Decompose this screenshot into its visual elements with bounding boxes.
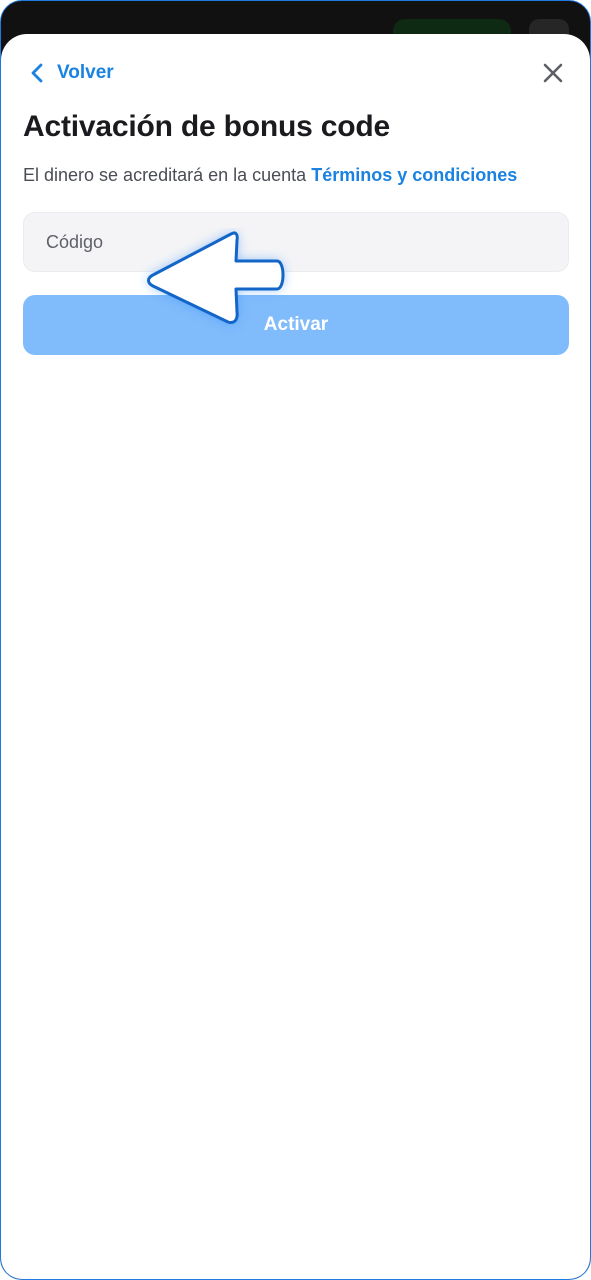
terms-link[interactable]: Términos y condiciones: [311, 165, 517, 185]
activate-button[interactable]: Activar: [23, 295, 569, 355]
back-label: Volver: [57, 62, 114, 83]
page-title: Activación de bonus code: [23, 110, 390, 143]
subtitle-text: El dinero se acreditará en la cuenta: [23, 165, 307, 185]
device-frame: Volver Activación de bonus code El diner…: [0, 0, 591, 1280]
chevron-left-icon: [31, 63, 43, 83]
back-button[interactable]: Volver: [31, 59, 114, 87]
close-button[interactable]: [540, 60, 566, 86]
subtitle: El dinero se acreditará en la cuenta Tér…: [23, 165, 574, 186]
bonus-code-sheet: Volver Activación de bonus code El diner…: [1, 34, 590, 1279]
close-icon: [543, 63, 563, 83]
code-input[interactable]: [24, 213, 568, 271]
code-field[interactable]: [23, 212, 569, 272]
